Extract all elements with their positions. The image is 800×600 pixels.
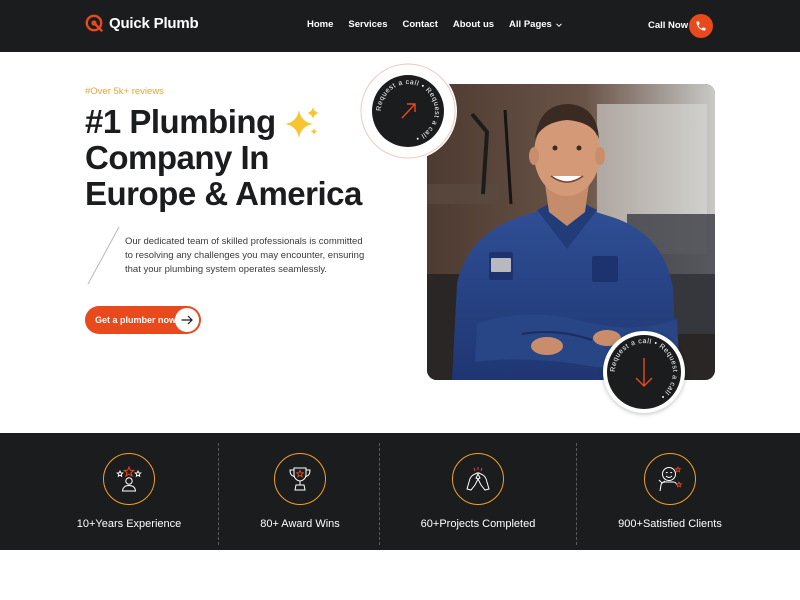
- brand-logo[interactable]: Quick Plumb: [85, 14, 199, 32]
- call-now-label[interactable]: Call Now: [648, 20, 688, 31]
- stat-icon-ring: [452, 453, 504, 505]
- chevron-down-icon: [555, 22, 562, 27]
- stat-satisfied-clients: 900+Satisfied Clients: [618, 433, 722, 550]
- high-five-icon: [466, 467, 490, 491]
- cta-arrow-circle: [175, 308, 199, 332]
- stat-divider: [218, 443, 219, 545]
- hero-title-line: Company In: [85, 139, 269, 176]
- trophy-icon: [289, 467, 311, 491]
- hero-title-line: #1 Plumbing: [85, 103, 276, 140]
- star-person-icon: [116, 465, 142, 492]
- top-navbar: Quick Plumb Home Services Contact About …: [0, 0, 800, 52]
- stat-label: 60+Projects Completed: [420, 518, 536, 530]
- stat-label: 900+Satisfied Clients: [618, 518, 722, 530]
- brand-q-icon: [85, 14, 103, 32]
- get-plumber-button[interactable]: Get a plumber now: [85, 306, 201, 334]
- sparkle-icon: [285, 107, 319, 138]
- nav-all-pages-label: All Pages: [509, 19, 552, 30]
- badge-ring: Request a call • Request a call •: [607, 335, 681, 409]
- request-call-badge-top[interactable]: Request a call • Request a call •: [359, 62, 457, 160]
- stat-award-wins: 80+ Award Wins: [255, 433, 345, 550]
- phone-icon: [696, 21, 706, 31]
- main-menu: Home Services Contact About us All Pages: [307, 19, 563, 30]
- stat-label: 80+ Award Wins: [260, 518, 340, 530]
- nav-about-us[interactable]: About us: [453, 19, 494, 30]
- reviews-tag: #Over 5k+ reviews: [85, 86, 164, 97]
- nav-contact[interactable]: Contact: [403, 19, 438, 30]
- stat-years-experience: 10+Years Experience: [77, 433, 181, 550]
- stat-icon-ring: [644, 453, 696, 505]
- stat-divider: [576, 443, 577, 545]
- stats-band: 10+Years Experience 80+ Award Wins 60+Pr…: [0, 433, 800, 550]
- nav-all-pages[interactable]: All Pages: [509, 19, 563, 30]
- badge-ring: Request a call • Request a call •: [360, 63, 456, 159]
- happy-client-icon: [658, 465, 683, 492]
- hero-title-line: Europe & America: [85, 175, 362, 212]
- decorative-slash: [87, 226, 120, 285]
- hero-description: Our dedicated team of skilled profession…: [125, 236, 365, 275]
- stat-label: 10+Years Experience: [76, 518, 182, 530]
- call-now-button[interactable]: [689, 14, 713, 38]
- request-call-badge-bottom[interactable]: Request a call • Request a call •: [603, 331, 685, 413]
- get-plumber-label: Get a plumber now: [95, 315, 177, 325]
- nav-services[interactable]: Services: [348, 19, 387, 30]
- hero-title: #1 Plumbing Company In Europe & America: [85, 104, 385, 212]
- nav-home[interactable]: Home: [307, 19, 333, 30]
- arrow-right-icon: [181, 315, 193, 325]
- stat-icon-ring: [274, 453, 326, 505]
- brand-name: Quick Plumb: [109, 14, 199, 32]
- stat-icon-ring: [103, 453, 155, 505]
- stat-projects-completed: 60+Projects Completed: [421, 433, 535, 550]
- stat-divider: [379, 443, 380, 545]
